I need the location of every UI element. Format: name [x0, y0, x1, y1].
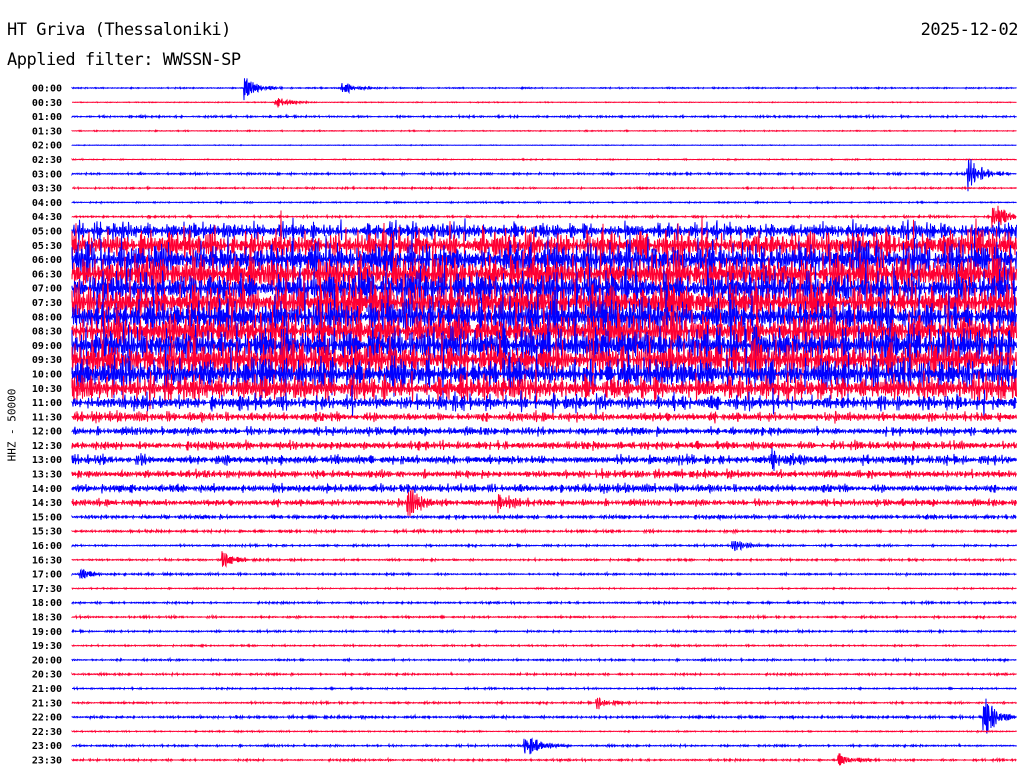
- trace-row: [71, 468, 1017, 480]
- trace-row: [71, 671, 1017, 678]
- trace-row: [71, 217, 1017, 246]
- row-time-label: 08:00: [32, 312, 62, 323]
- trace-row: [71, 159, 1017, 192]
- row-time-label: 16:30: [32, 555, 62, 566]
- trace-row: [71, 551, 1017, 568]
- trace-row: [71, 729, 1017, 734]
- trace-row: [71, 205, 1017, 228]
- row-time-label: 20:00: [32, 655, 62, 666]
- row-time-label: 02:00: [32, 141, 62, 152]
- row-time-label: 11:30: [32, 412, 62, 423]
- row-time-label: 06:30: [32, 269, 62, 280]
- trace-row: [71, 447, 1017, 472]
- row-time-label: 01:00: [32, 112, 62, 123]
- trace-row: [71, 513, 1017, 522]
- row-time-label: 06:00: [32, 255, 62, 266]
- trace-row: [71, 642, 1017, 649]
- row-time-label: 03:30: [32, 184, 62, 195]
- trace-row: [71, 697, 1017, 710]
- trace-row: [71, 586, 1017, 591]
- trace-row: [71, 410, 1017, 424]
- row-time-label: 05:30: [32, 241, 62, 252]
- row-time-label: 02:30: [32, 155, 62, 166]
- row-time-label: 21:00: [32, 684, 62, 695]
- trace-row: [71, 698, 1017, 734]
- row-time-label: 18:30: [32, 613, 62, 624]
- trace-row: [71, 200, 1017, 205]
- row-time-label: 04:00: [32, 198, 62, 209]
- row-time-label: 22:00: [32, 713, 62, 724]
- trace-row: [71, 489, 1017, 517]
- trace-row: [71, 599, 1017, 606]
- row-time-label: 12:30: [32, 441, 62, 452]
- row-time-label: 11:00: [32, 398, 62, 409]
- row-time-label: 16:00: [32, 541, 62, 552]
- row-time-label: 23:30: [32, 756, 62, 767]
- row-time-label: 13:00: [32, 455, 62, 466]
- row-time-label: 05:00: [32, 226, 62, 237]
- row-time-label: 00:30: [32, 98, 62, 109]
- trace-row: [71, 627, 1017, 635]
- row-time-label: 19:00: [32, 627, 62, 638]
- row-time-label: 09:00: [32, 341, 62, 352]
- trace-row: [71, 613, 1017, 621]
- trace-row: [71, 568, 1017, 580]
- row-time-label: 03:00: [32, 169, 62, 180]
- trace-row: [71, 753, 1017, 766]
- row-time-label: 09:30: [32, 355, 62, 366]
- row-time-label: 04:30: [32, 212, 62, 223]
- trace-row: [71, 541, 1017, 552]
- row-time-label: 10:30: [32, 384, 62, 395]
- row-time-label: 15:00: [32, 512, 62, 523]
- trace-row: [72, 98, 1017, 108]
- trace-row: [71, 439, 1017, 451]
- trace-row: [71, 737, 1017, 755]
- row-time-label: 01:30: [32, 126, 62, 137]
- row-time-label: 00:00: [32, 84, 62, 95]
- row-time-label: 22:30: [32, 727, 62, 738]
- trace-row: [71, 113, 1017, 120]
- trace-row: [72, 185, 1017, 191]
- row-time-label: 17:00: [32, 570, 62, 581]
- row-time-label: 21:30: [32, 698, 62, 709]
- trace-row: [71, 157, 1017, 162]
- helicorder-plot: HT Griva (Thessaloniki) 2025-12-02 Appli…: [0, 0, 1024, 780]
- trace-row: [71, 656, 1017, 664]
- row-time-label: 14:30: [32, 498, 62, 509]
- row-time-label: 13:30: [32, 470, 62, 481]
- trace-row: [71, 482, 1017, 495]
- row-time-label: 07:30: [32, 298, 62, 309]
- row-time-label: 07:00: [32, 284, 62, 295]
- row-time-label: 12:00: [32, 427, 62, 438]
- row-time-label: 18:00: [32, 598, 62, 609]
- row-time-label: 23:00: [32, 741, 62, 752]
- trace-row: [71, 78, 1017, 101]
- row-time-label: 10:00: [32, 369, 62, 380]
- row-time-label: 17:30: [32, 584, 62, 595]
- row-time-label: 15:30: [32, 527, 62, 538]
- row-time-label: 20:30: [32, 670, 62, 681]
- seismogram-traces: 00:00 00:30 01:00 01:30 02:00 02:30 03:00 03:30…: [32, 78, 1017, 767]
- trace-row: [71, 527, 1017, 535]
- row-time-label: 08:30: [32, 327, 62, 338]
- row-time-label: 19:30: [32, 641, 62, 652]
- trace-row: [71, 425, 1017, 437]
- row-time-label: 14:00: [32, 484, 62, 495]
- trace-row: [71, 143, 1017, 147]
- trace-row: [72, 685, 1017, 692]
- trace-row: [71, 128, 1017, 134]
